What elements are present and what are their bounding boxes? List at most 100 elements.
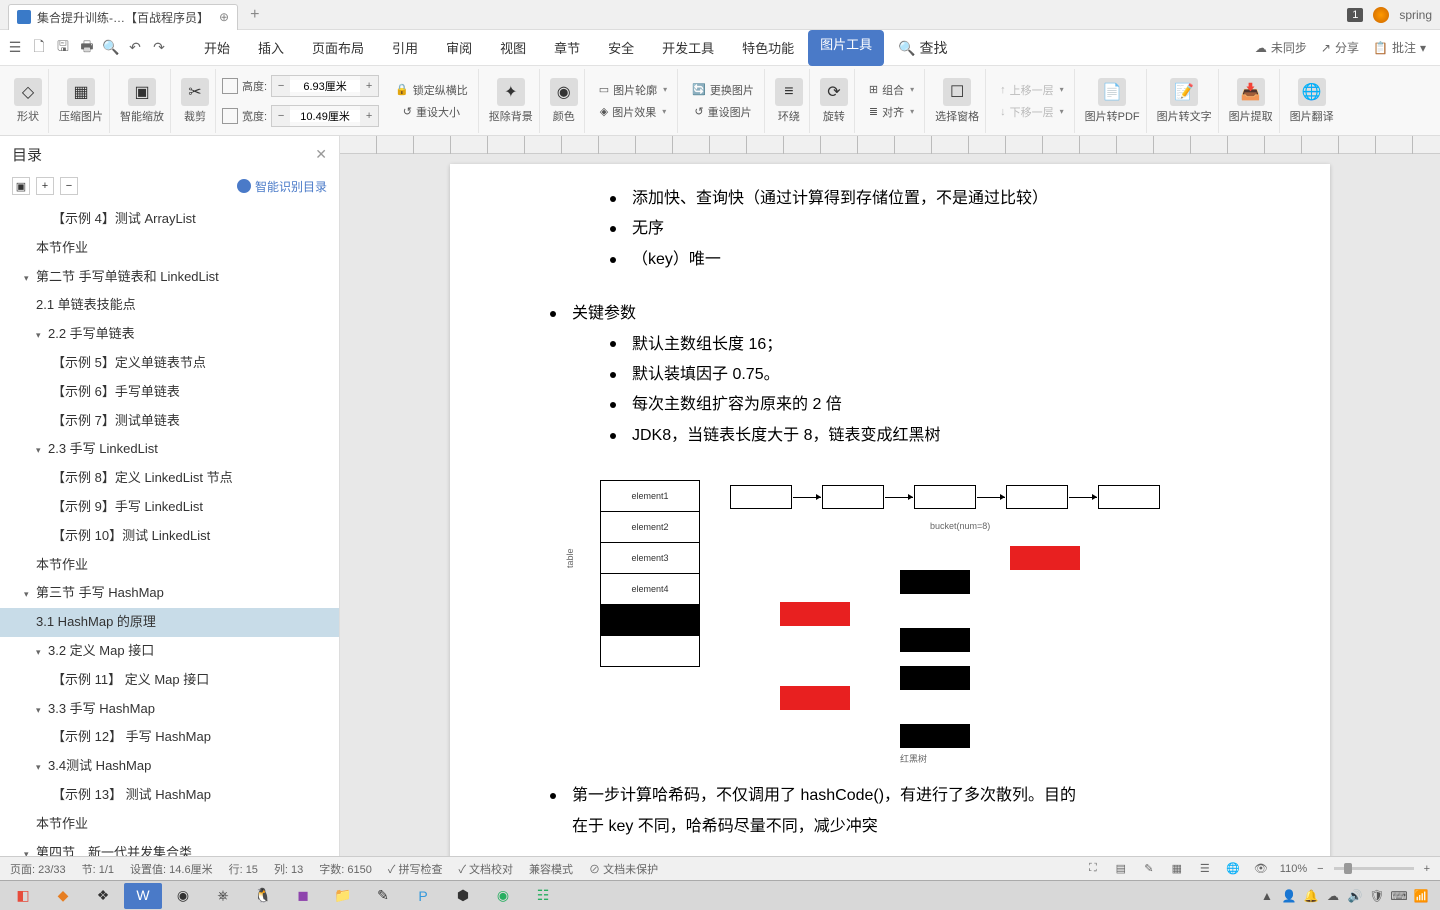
search-menu[interactable]: 🔍 查找 xyxy=(884,30,961,66)
task-icon[interactable]: ◉ xyxy=(484,883,522,909)
wrap-icon[interactable]: ≡ xyxy=(775,78,803,106)
share-button[interactable]: ↗ 分享 xyxy=(1321,39,1359,56)
preview-icon[interactable]: 🔍 xyxy=(100,37,122,59)
outline-item[interactable]: 本节作业 xyxy=(0,551,339,580)
tray-icon[interactable]: 🛡 xyxy=(1368,887,1386,905)
outline-item[interactable]: 【示例 10】测试 LinkedList xyxy=(0,522,339,551)
status-spell[interactable]: ✓ 拼写检查 xyxy=(388,861,443,877)
chevron-down-icon[interactable]: ▾ xyxy=(24,271,34,285)
tab-devtools[interactable]: 开发工具 xyxy=(648,30,728,66)
height-plus[interactable]: + xyxy=(360,76,378,96)
outline-item[interactable]: 2.1 单链表技能点 xyxy=(0,291,339,320)
task-icon[interactable]: ◆ xyxy=(44,883,82,909)
task-icon[interactable]: ⎈ xyxy=(204,883,242,909)
move-up[interactable]: ↑ 上移一层▾ xyxy=(996,80,1068,100)
outline-item[interactable]: 3.1 HashMap 的原理 xyxy=(0,608,339,637)
tab-layout[interactable]: 页面布局 xyxy=(298,30,378,66)
tab-security[interactable]: 安全 xyxy=(594,30,648,66)
width-value[interactable] xyxy=(290,110,360,122)
sidebar-close-icon[interactable]: ✕ xyxy=(315,146,327,163)
tab-view[interactable]: 视图 xyxy=(486,30,540,66)
zoom-out-icon[interactable]: − xyxy=(1317,863,1323,875)
tab-chapter[interactable]: 章节 xyxy=(540,30,594,66)
layout-icon[interactable]: ▤ xyxy=(1112,860,1130,878)
tab-review[interactable]: 审阅 xyxy=(432,30,486,66)
change-pic[interactable]: 🔄 更换图片 xyxy=(688,80,758,100)
outline-item[interactable]: 【示例 12】 手写 HashMap xyxy=(0,723,339,752)
height-value[interactable] xyxy=(290,80,360,92)
horizontal-ruler[interactable] xyxy=(340,136,1440,154)
width-stepper[interactable]: − + xyxy=(271,105,379,127)
chevron-down-icon[interactable]: ▾ xyxy=(36,443,46,457)
new-doc-icon[interactable]: 🗋 xyxy=(28,37,50,59)
rotate-icon[interactable]: ⟳ xyxy=(820,78,848,106)
outline-item[interactable]: ▾3.3 手写 HashMap xyxy=(0,695,339,724)
outline-item[interactable]: ▾第三节 手写 HashMap xyxy=(0,579,339,608)
outline-item[interactable]: 【示例 11】 定义 Map 接口 xyxy=(0,666,339,695)
outline-item[interactable]: 【示例 13】 测试 HashMap xyxy=(0,781,339,810)
document-tab[interactable]: 集合提升训练-…【百战程序员】 ⊕ xyxy=(8,4,238,30)
web-view-icon[interactable]: 🌐 xyxy=(1224,860,1242,878)
pic-pdf-icon[interactable]: 📄 xyxy=(1098,78,1126,106)
fullscreen-icon[interactable]: ⛶ xyxy=(1084,860,1102,878)
qq-icon[interactable]: 🐧 xyxy=(244,883,282,909)
tab-start[interactable]: 开始 xyxy=(190,30,244,66)
sync-status[interactable]: ☁ 未同步 xyxy=(1255,39,1307,56)
tray-icon[interactable]: 📶 xyxy=(1412,887,1430,905)
width-minus[interactable]: − xyxy=(272,106,290,126)
chevron-down-icon[interactable]: ▾ xyxy=(24,847,34,856)
undo-icon[interactable]: ↶ xyxy=(124,37,146,59)
print-icon[interactable]: 🖶 xyxy=(76,37,98,59)
task-icon[interactable]: P xyxy=(404,883,442,909)
outline-list[interactable]: 【示例 4】测试 ArrayList本节作业▾第二节 手写单链表和 Linked… xyxy=(0,199,339,856)
tray-icon[interactable]: 🔔 xyxy=(1302,887,1320,905)
status-proof[interactable]: ✓ 文档校对 xyxy=(458,861,513,877)
compress-icon[interactable]: ▦ xyxy=(67,78,95,106)
pic-outline[interactable]: ▭ 图片轮廓▾ xyxy=(595,80,671,100)
tray-icon[interactable]: ☁ xyxy=(1324,887,1342,905)
chevron-down-icon[interactable]: ▾ xyxy=(36,760,46,774)
outline-item[interactable]: ▾3.4测试 HashMap xyxy=(0,752,339,781)
color-icon[interactable]: ◉ xyxy=(550,78,578,106)
task-icon[interactable]: 📁 xyxy=(324,883,362,909)
outline-item[interactable]: ▾2.3 手写 LinkedList xyxy=(0,435,339,464)
reset-pic[interactable]: ↺ 重设图片 xyxy=(690,102,755,122)
pic-translate-icon[interactable]: 🌐 xyxy=(1298,78,1326,106)
hashmap-diagram[interactable]: table element1 element2 element3 element… xyxy=(570,471,1120,761)
chevron-down-icon[interactable]: ▾ xyxy=(36,328,46,342)
tab-picture-tools[interactable]: 图片工具 xyxy=(808,30,884,66)
task-icon[interactable]: ❖ xyxy=(84,883,122,909)
shape-icon[interactable]: ◇ xyxy=(14,78,42,106)
pic-effect[interactable]: ◈ 图片效果▾ xyxy=(596,102,670,122)
remove-bg-icon[interactable]: ✦ xyxy=(497,78,525,106)
new-tab-button[interactable]: + xyxy=(250,6,259,24)
chevron-down-icon[interactable]: ▾ xyxy=(36,645,46,659)
select-pane-icon[interactable]: ☐ xyxy=(943,78,971,106)
notification-badge[interactable]: 1 xyxy=(1347,8,1363,22)
chevron-down-icon[interactable]: ▾ xyxy=(36,703,46,717)
zoom-in-icon[interactable]: + xyxy=(1424,863,1430,875)
height-minus[interactable]: − xyxy=(272,76,290,96)
height-stepper[interactable]: − + xyxy=(271,75,379,97)
crop-icon[interactable]: ✂ xyxy=(181,78,209,106)
comment-button[interactable]: 📋 批注 ▾ xyxy=(1373,39,1426,56)
save-icon[interactable]: 🖫 xyxy=(52,37,74,59)
outline-item[interactable]: 本节作业 xyxy=(0,234,339,263)
task-icon[interactable]: ☷ xyxy=(524,883,562,909)
pic-text-icon[interactable]: 📝 xyxy=(1170,78,1198,106)
task-icon[interactable]: ⬢ xyxy=(444,883,482,909)
move-down[interactable]: ↓ 下移一层▾ xyxy=(996,102,1068,122)
task-icon[interactable]: ✎ xyxy=(364,883,402,909)
zoom-value[interactable]: 110% xyxy=(1280,863,1307,875)
redo-icon[interactable]: ↷ xyxy=(148,37,170,59)
outline-item[interactable]: ▾2.2 手写单链表 xyxy=(0,320,339,349)
outline-item[interactable]: ▾第二节 手写单链表和 LinkedList xyxy=(0,263,339,292)
task-icon[interactable]: ◧ xyxy=(4,883,42,909)
outline-item[interactable]: 本节作业 xyxy=(0,810,339,839)
combine[interactable]: ⊞ 组合▾ xyxy=(865,80,918,100)
chevron-down-icon[interactable]: ▾ xyxy=(24,587,34,601)
tab-reference[interactable]: 引用 xyxy=(378,30,432,66)
tab-insert[interactable]: 插入 xyxy=(244,30,298,66)
chrome-icon[interactable]: ◉ xyxy=(164,883,202,909)
page-view-icon[interactable]: ▦ xyxy=(1168,860,1186,878)
